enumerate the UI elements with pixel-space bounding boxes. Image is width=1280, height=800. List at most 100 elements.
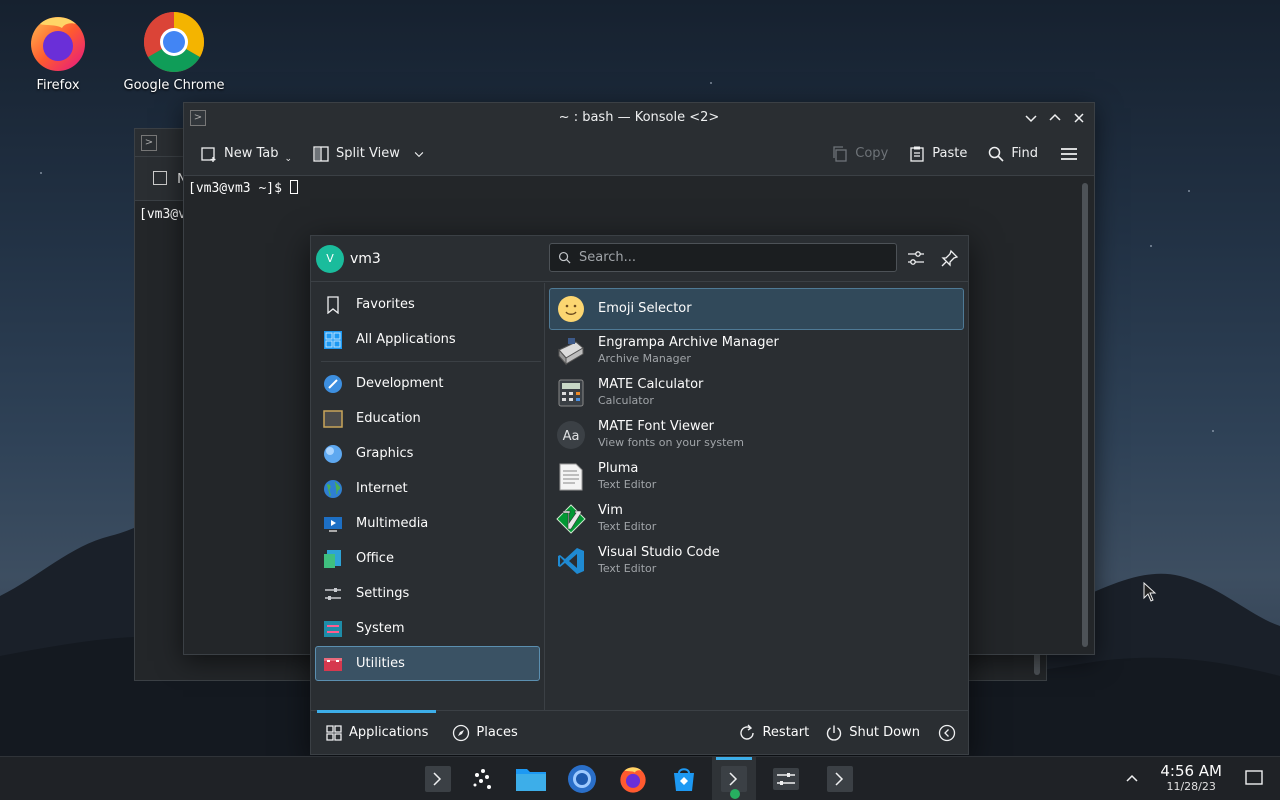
terminal-icon: [827, 766, 853, 792]
system-tray-expander[interactable]: [1124, 771, 1140, 791]
window-titlebar[interactable]: > ~ : bash — Konsole <2>: [184, 103, 1094, 132]
app-item-mate-calculator[interactable]: MATE Calculator Calculator: [549, 372, 964, 414]
star: [1188, 190, 1190, 192]
task-kde-connect[interactable]: [461, 757, 505, 800]
category-label: Favorites: [356, 297, 415, 312]
configure-button[interactable]: [905, 247, 927, 269]
category-label: Education: [356, 411, 421, 426]
new-tab-button[interactable]: New Tab ⌄: [194, 140, 298, 168]
category-label: Graphics: [356, 446, 414, 461]
app-item-pluma[interactable]: Pluma Text Editor: [549, 456, 964, 498]
grid-icon: [326, 724, 342, 741]
vim-icon: [556, 504, 586, 534]
settings-icon: [773, 768, 799, 790]
chevron-down-icon[interactable]: [412, 147, 426, 161]
show-desktop-icon: [1245, 770, 1263, 785]
app-description: Text Editor: [598, 562, 657, 575]
category-favorites[interactable]: Favorites: [315, 287, 540, 322]
tab-places[interactable]: Places: [446, 711, 523, 755]
restart-icon: [740, 724, 755, 740]
category-label: Office: [356, 551, 394, 566]
desktop-icon-chrome[interactable]: Google Chrome: [119, 10, 229, 93]
shutdown-button[interactable]: Shut Down: [819, 711, 926, 755]
firefox-icon: [620, 767, 646, 793]
folder-icon: [516, 769, 546, 791]
category-multimedia[interactable]: Multimedia: [315, 506, 540, 541]
category-graphics[interactable]: Graphics: [315, 436, 540, 471]
search-field[interactable]: [549, 243, 897, 272]
app-item-mate-font-viewer[interactable]: Aa MATE Font Viewer View fonts on your sy…: [549, 414, 964, 456]
digital-clock[interactable]: 4:56 AM 11/28/23: [1160, 763, 1222, 794]
new-tab-icon: [201, 146, 216, 162]
app-name: Emoji Selector: [598, 301, 692, 316]
paste-label: Paste: [932, 146, 968, 161]
app-item-vim[interactable]: Vim Text Editor: [549, 498, 964, 540]
hamburger-menu-button[interactable]: [1054, 141, 1084, 167]
chromium-icon: [568, 765, 596, 793]
search-input[interactable]: [579, 250, 879, 265]
category-internet[interactable]: Internet: [315, 471, 540, 506]
task-system-settings[interactable]: [764, 757, 808, 800]
task-dolphin[interactable]: [509, 757, 553, 800]
taskbar: 4:56 AM 11/28/23: [0, 756, 1280, 800]
copy-label: Copy: [855, 146, 889, 161]
app-item-vscode[interactable]: Visual Studio Code Text Editor: [549, 540, 964, 582]
task-konsole-launcher[interactable]: [416, 757, 460, 800]
app-description: Archive Manager: [598, 352, 691, 365]
store-icon: [674, 768, 694, 791]
app-description: Text Editor: [598, 478, 657, 491]
show-desktop-button[interactable]: [1244, 769, 1264, 791]
divider: [321, 361, 541, 362]
task-konsole-active[interactable]: [712, 757, 756, 800]
category-label: Internet: [356, 481, 408, 496]
task-konsole-2[interactable]: [818, 757, 862, 800]
task-discover[interactable]: [662, 757, 706, 800]
education-icon: [322, 408, 344, 430]
category-system[interactable]: System: [315, 611, 540, 646]
avatar[interactable]: V: [316, 244, 344, 273]
task-firefox[interactable]: [611, 757, 655, 800]
desktop-icon-firefox[interactable]: Firefox: [3, 10, 113, 93]
close-icon[interactable]: [1072, 111, 1086, 125]
pin-button[interactable]: [939, 247, 961, 269]
category-utilities[interactable]: Utilities: [315, 646, 540, 681]
launcher-header: V vm3: [311, 236, 968, 282]
hamburger-icon: [1061, 147, 1077, 160]
search-icon: [989, 146, 1004, 162]
split-view-button[interactable]: Split View: [306, 141, 432, 167]
leave-menu-button[interactable]: [932, 711, 962, 755]
task-chromium[interactable]: [560, 757, 604, 800]
category-label: System: [356, 621, 405, 636]
category-office[interactable]: Office: [315, 541, 540, 576]
app-name: MATE Calculator: [598, 377, 704, 392]
grid-icon: [322, 329, 344, 351]
globe-icon: [322, 478, 344, 500]
tab-applications[interactable]: Applications: [317, 709, 437, 755]
restart-button[interactable]: Restart: [732, 711, 815, 755]
app-name: Pluma: [598, 461, 639, 476]
category-development[interactable]: Development: [315, 366, 540, 401]
terminal-area[interactable]: [vm3@vm3 ~]$: [184, 176, 1094, 200]
new-window-badge-icon: [730, 789, 740, 799]
desktop-icon-label: Firefox: [36, 78, 80, 93]
app-item-engrampa[interactable]: Engrampa Archive Manager Archive Manager: [549, 330, 964, 372]
copy-button[interactable]: Copy: [825, 141, 894, 167]
maximize-icon[interactable]: [1048, 111, 1062, 125]
archive-icon: [556, 336, 586, 366]
chevron-down-icon[interactable]: [1024, 111, 1038, 125]
terminal-cursor: [289, 180, 298, 194]
office-icon: [322, 548, 344, 570]
text-editor-icon: [556, 462, 586, 492]
scrollbar[interactable]: [1082, 183, 1088, 647]
utilities-icon: [322, 653, 344, 675]
app-name: Vim: [598, 503, 623, 518]
app-item-emoji-selector[interactable]: Emoji Selector: [549, 288, 964, 330]
clock-date: 11/28/23: [1166, 780, 1216, 793]
category-settings[interactable]: Settings: [315, 576, 540, 611]
find-button[interactable]: Find: [981, 141, 1044, 167]
category-all-applications[interactable]: All Applications: [315, 322, 540, 357]
konsole-app-icon[interactable]: >: [190, 109, 206, 126]
category-education[interactable]: Education: [315, 401, 540, 436]
new-tab-icon[interactable]: [153, 171, 167, 185]
paste-button[interactable]: Paste: [902, 141, 973, 167]
